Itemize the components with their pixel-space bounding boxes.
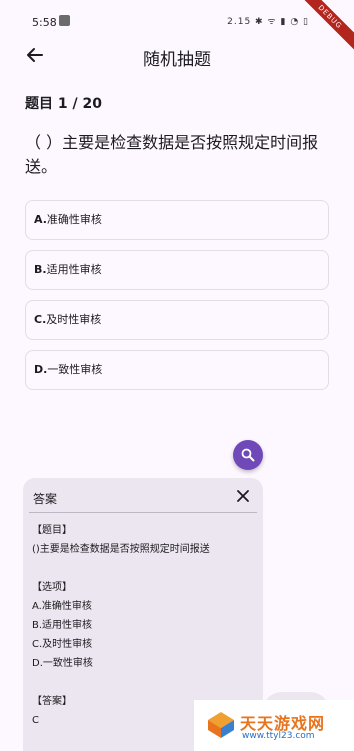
screen: 5:58 2.15 ✱ ᯤ ▮ ◔ ▯ DEBUG 随机抽题 题目 1 / 20…: [0, 0, 354, 751]
option-letter: C.: [34, 313, 47, 326]
answer-option: A.准确性审核: [32, 601, 92, 612]
answer-option: D.一致性审核: [32, 658, 93, 669]
status-time: 5:58: [32, 16, 57, 29]
close-icon: [237, 490, 249, 502]
watermark: 天天游戏网 www.ttyl23.com: [194, 700, 354, 751]
option-c[interactable]: C.及时性审核: [25, 300, 329, 340]
search-icon: [241, 448, 255, 462]
app-bar: 随机抽题: [0, 36, 354, 76]
answer-option: B.适用性审核: [32, 620, 93, 631]
page-title: 随机抽题: [143, 50, 211, 70]
option-b[interactable]: B.适用性审核: [25, 250, 329, 290]
watermark-url: www.ttyl23.com: [242, 731, 315, 741]
answer-option: C.及时性审核: [32, 639, 93, 650]
answer-question-text: ()主要是检查数据是否按照规定时间报送: [32, 544, 210, 555]
option-text: 一致性审核: [47, 363, 103, 376]
question-progress: 题目 1 / 20: [25, 96, 102, 112]
notification-app-icon: [59, 15, 70, 26]
options-heading: 【选项】: [32, 582, 72, 593]
watermark-logo-icon: [208, 712, 234, 738]
answer-panel-title: 答案: [33, 492, 58, 506]
option-letter: A.: [34, 213, 47, 226]
option-text: 及时性审核: [46, 313, 102, 326]
question-text: （ ）主要是检查数据是否按照规定时间报送。: [25, 133, 319, 176]
search-button[interactable]: [233, 440, 263, 470]
question-heading: 【题目】: [32, 525, 72, 536]
option-d[interactable]: D.一致性审核: [25, 350, 329, 390]
status-indicators: 2.15 ✱ ᯤ ▮ ◔ ▯: [227, 17, 309, 27]
option-text: 适用性审核: [46, 263, 102, 276]
option-text: 准确性审核: [46, 213, 102, 226]
answer-content: 【题目】 ()主要是检查数据是否按照规定时间报送 【选项】 A.准确性审核 B.…: [32, 521, 258, 730]
option-letter: B.: [34, 263, 47, 276]
divider: [29, 512, 257, 513]
option-a[interactable]: A.准确性审核: [25, 200, 329, 240]
option-letter: D.: [34, 363, 48, 376]
close-button[interactable]: [235, 488, 251, 504]
